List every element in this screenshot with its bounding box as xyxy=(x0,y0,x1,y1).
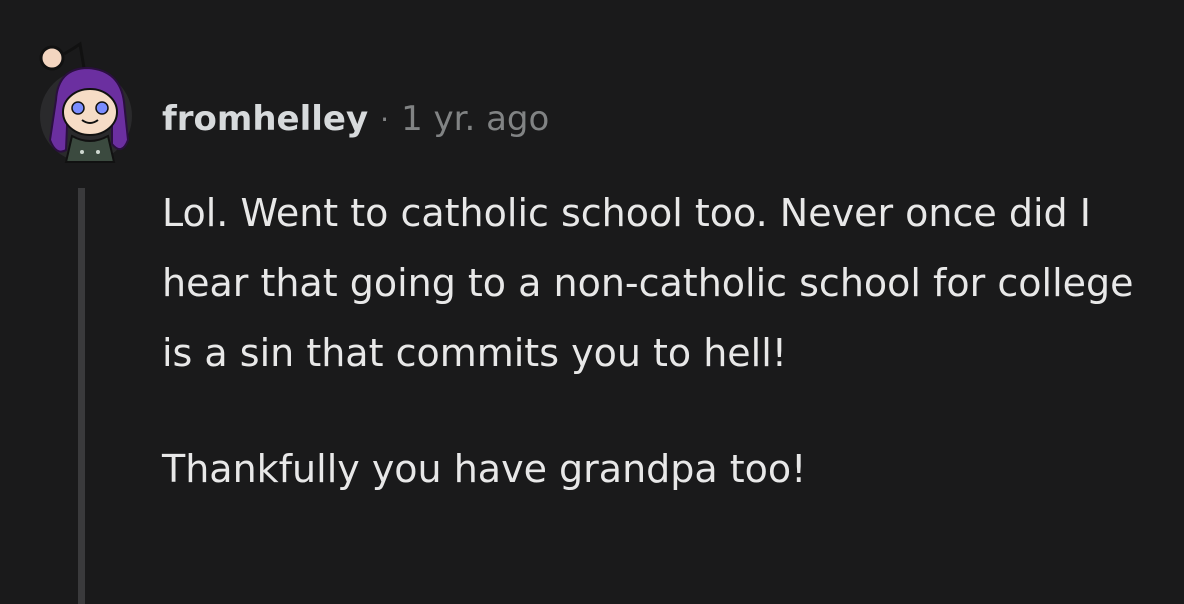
snoo-avatar-icon xyxy=(39,41,132,163)
thread-collapse-line[interactable] xyxy=(78,188,85,604)
comment-meta: fromhelley · 1 yr. ago xyxy=(162,96,549,142)
username-link[interactable]: fromhelley xyxy=(162,99,368,139)
comment-paragraph: Lol. Went to catholic school too. Never … xyxy=(162,191,1134,375)
comment-body: Lol. Went to catholic school too. Never … xyxy=(162,178,1162,504)
comment: fromhelley · 1 yr. ago Lol. Went to cath… xyxy=(0,0,1184,604)
user-avatar[interactable] xyxy=(36,40,136,164)
comment-paragraph: Thankfully you have grandpa too! xyxy=(162,447,807,491)
comment-timestamp[interactable]: 1 yr. ago xyxy=(401,99,549,139)
meta-separator: · xyxy=(380,102,390,136)
